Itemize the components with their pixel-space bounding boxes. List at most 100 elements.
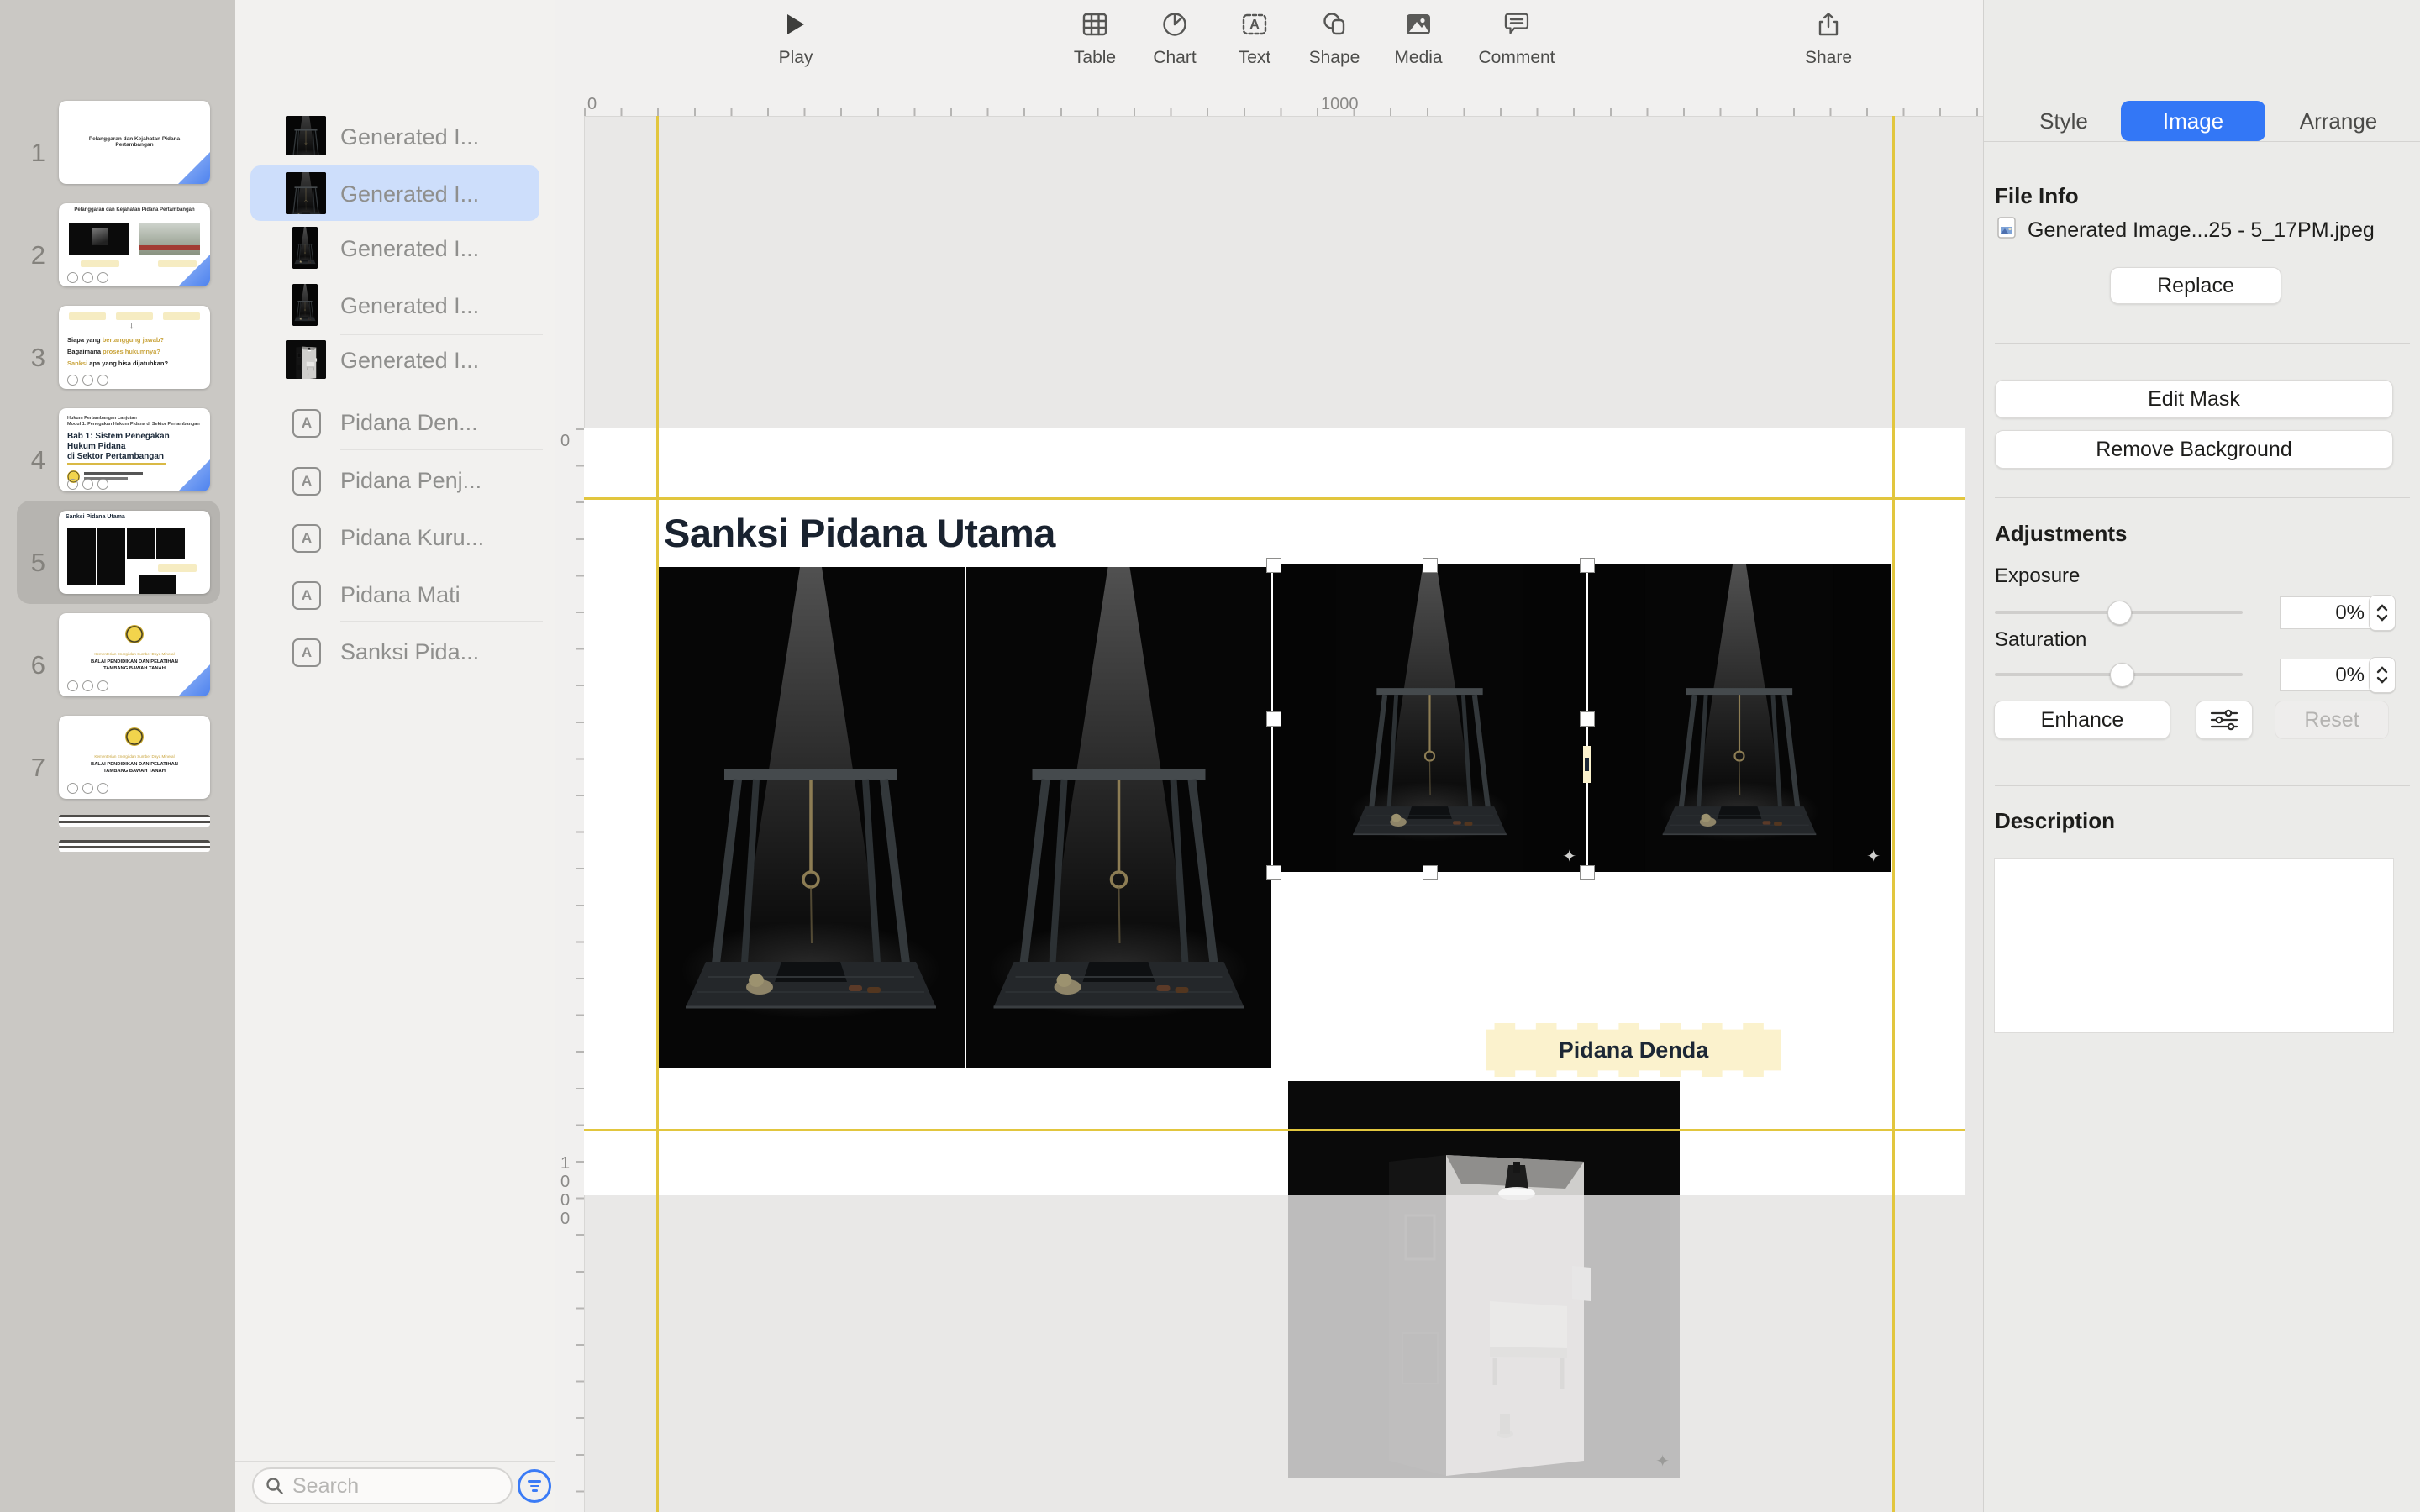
insert-chart-button[interactable]: Chart (1143, 0, 1207, 92)
object-list-panel: Generated I... Generated I... Generated … (235, 0, 555, 1512)
share-button[interactable]: Share (1795, 0, 1862, 92)
image-file-icon (1996, 217, 2018, 243)
remove-background-button[interactable]: Remove Background (1995, 430, 2393, 469)
saturation-slider-thumb[interactable] (2110, 663, 2134, 687)
slide-thumbnail-4[interactable]: Hukum Pertambangan Lanjutan Modul 1: Pen… (59, 408, 210, 491)
text-object-icon: A (292, 409, 321, 438)
comment-button[interactable]: Comment (1477, 0, 1556, 92)
offslide-fade-overlay (1288, 1195, 1680, 1478)
slide-thumbnail-1[interactable]: Pelanggaran dan Kejahatan Pidana Pertamb… (59, 101, 210, 184)
play-button[interactable]: Play (766, 0, 825, 92)
gallows-image-4[interactable]: ✦ (1588, 564, 1891, 872)
text-object-icon: A (292, 524, 321, 553)
hidden-label-sliver (1583, 746, 1591, 783)
shapes-icon (1322, 0, 1347, 49)
text-object-icon: A (292, 638, 321, 667)
agency-logo (125, 727, 144, 746)
pidana-denda-label[interactable]: Pidana Denda (1486, 1023, 1781, 1077)
ai-sparkle-icon: ✦ (1655, 1451, 1670, 1472)
insert-shape-button[interactable]: Shape (1301, 0, 1368, 92)
replace-button[interactable]: Replace (2110, 267, 2281, 304)
text-box-icon: A (1242, 0, 1267, 49)
insert-media-button[interactable]: Media (1385, 0, 1452, 92)
slide-number: 3 (15, 343, 45, 373)
tab-arrange[interactable]: Arrange (2280, 101, 2397, 141)
exposure-slider-thumb[interactable] (2107, 601, 2132, 625)
alignment-guide-horizontal-top (584, 497, 1965, 500)
slide-number: 7 (15, 753, 45, 783)
media-icon (1406, 0, 1431, 49)
table-icon (1082, 0, 1107, 49)
search-field[interactable] (291, 1473, 487, 1499)
saturation-stepper[interactable] (2369, 657, 2396, 693)
mini-org-small: Kementerian Energi dan Sumber Daya Miner… (67, 652, 202, 656)
filter-button[interactable] (518, 1469, 551, 1503)
selection-handle-n[interactable] (1423, 558, 1438, 573)
insert-text-button[interactable]: A Text (1223, 0, 1286, 92)
mini-slide-title: Sanksi Pidana Utama (66, 514, 125, 520)
mini-kicker: Hukum Pertambangan Lanjutan (67, 416, 137, 421)
format-inspector: Style Image Arrange File Info Generated … (1983, 0, 2420, 1512)
collapsed-slide[interactable] (59, 840, 210, 852)
tab-image[interactable]: Image (2121, 101, 2265, 141)
stepper-up-icon (2376, 666, 2388, 674)
slide-thumbnail-5[interactable]: Sanksi Pidana Utama (59, 511, 210, 594)
keynote-window: 1 Pelanggaran dan Kejahatan Pidana Perta… (0, 0, 2420, 1512)
corner-fold (178, 255, 210, 286)
selection-handle-sw[interactable] (1266, 865, 1281, 880)
slide-thumbnail-3[interactable]: ↓ Siapa yang bertanggung jawab? Bagaiman… (59, 306, 210, 389)
description-textarea[interactable] (1994, 858, 2394, 1033)
slide-thumbnail-6[interactable]: Kementerian Energi dan Sumber Daya Miner… (59, 613, 210, 696)
horizontal-ruler: 0 1000 (555, 92, 1983, 117)
selection-handle-se[interactable] (1580, 865, 1595, 880)
prison-cell-image[interactable]: ✦ (1288, 1081, 1680, 1478)
selection-handle-ne[interactable] (1580, 558, 1595, 573)
exposure-label: Exposure (1995, 564, 2080, 588)
slide-navigator: 1 Pelanggaran dan Kejahatan Pidana Perta… (0, 0, 235, 1512)
share-icon (1818, 0, 1839, 49)
corner-fold (178, 459, 210, 491)
mini-org: BALAI PENDIDIKAN DAN PELATIHAN (67, 762, 202, 767)
mini-org: TAMBANG BAWAH TANAH (67, 769, 202, 774)
file-info-heading: File Info (1995, 183, 2079, 209)
mini-title: Hukum Pidana (67, 442, 125, 451)
adjust-sliders-button[interactable] (2196, 701, 2253, 739)
stepper-down-icon (2376, 614, 2388, 622)
enhance-button[interactable]: Enhance (1994, 701, 2170, 739)
reset-button[interactable]: Reset (2275, 701, 2389, 739)
saturation-value-field[interactable]: 0% (2280, 659, 2374, 691)
selection-handle-w[interactable] (1266, 711, 1281, 727)
mini-line: Bagaimana (67, 348, 103, 355)
search-icon (266, 1477, 284, 1495)
selection-handle-e[interactable] (1580, 711, 1595, 727)
selection-handle-nw[interactable] (1266, 558, 1281, 573)
text-object-icon: A (292, 467, 321, 496)
slide-number: 5 (15, 548, 45, 578)
exposure-stepper[interactable] (2369, 595, 2396, 631)
slide-thumbnail-2[interactable]: Pelanggaran dan Kejahatan Pidana Pertamb… (59, 203, 210, 286)
sliders-icon (2210, 709, 2238, 731)
slide-title[interactable]: Sanksi Pidana Utama (664, 510, 1055, 556)
collapsed-slide[interactable] (59, 815, 210, 827)
mini-bullets (67, 272, 108, 283)
mini-kicker: Modul 1: Penegakan Hukum Pidana di Sekto… (67, 422, 200, 427)
vertical-ruler: 0 1 0 0 0 (555, 116, 585, 1512)
ai-sparkle-icon: ✦ (1562, 846, 1576, 867)
slide-number: 1 (15, 138, 45, 168)
text-object-icon: A (292, 581, 321, 610)
down-arrow-icon: ↓ (129, 321, 134, 331)
edit-mask-button[interactable]: Edit Mask (1995, 380, 2393, 418)
insert-table-button[interactable]: Table (1063, 0, 1127, 92)
slide-canvas[interactable]: 0 1000 0 1 0 0 0 Sanksi Pidana Utama ✦ (555, 92, 1983, 1512)
tab-style[interactable]: Style (2013, 101, 2114, 141)
selection-handle-s[interactable] (1423, 865, 1438, 880)
alignment-guide-horizontal-bottom (584, 1129, 1965, 1131)
gallows-image-3-selected[interactable]: ✦ (1273, 564, 1586, 872)
gallows-image-2[interactable] (966, 567, 1271, 1068)
saturation-label: Saturation (1995, 628, 2086, 652)
slide-thumbnail-7[interactable]: Kementerian Energi dan Sumber Daya Miner… (59, 716, 210, 799)
mini-org: BALAI PENDIDIKAN DAN PELATIHAN (67, 659, 202, 664)
search-input[interactable] (252, 1467, 513, 1504)
exposure-value-field[interactable]: 0% (2280, 596, 2374, 629)
gallows-image-1[interactable] (657, 567, 965, 1068)
